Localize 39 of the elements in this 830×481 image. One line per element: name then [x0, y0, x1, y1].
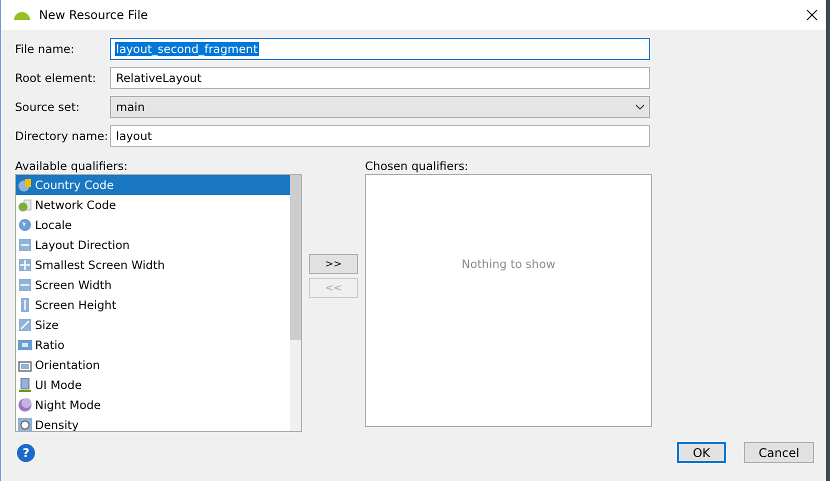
- field-label: File name:: [15, 42, 76, 56]
- globe-icon: [18, 218, 32, 232]
- field-label: Root element:: [15, 71, 98, 85]
- moon-icon: [18, 398, 32, 412]
- text-field[interactable]: RelativeLayout: [110, 67, 650, 89]
- scrollbar-thumb[interactable]: [290, 175, 301, 340]
- help-icon[interactable]: ?: [17, 444, 35, 462]
- chevron-down-icon: [635, 104, 645, 110]
- qualifier-item[interactable]: Orientation: [16, 355, 290, 375]
- qualifier-item[interactable]: UI Mode: [16, 375, 290, 395]
- qualifier-item[interactable]: Country Code: [16, 175, 290, 195]
- text-field[interactable]: layout_second_fragment: [110, 38, 650, 60]
- field-label: Source set:: [15, 100, 81, 114]
- scrollbar-track[interactable]: [290, 175, 301, 431]
- qualifier-item[interactable]: Locale: [16, 215, 290, 235]
- ratio-icon: [18, 338, 32, 352]
- ok-button[interactable]: OK: [677, 442, 726, 463]
- window-title: New Resource File: [39, 8, 149, 22]
- qualifier-item[interactable]: Ratio: [16, 335, 290, 355]
- sim-card-icon: [18, 178, 32, 192]
- device-icon: [18, 378, 32, 392]
- field-label: Directory name:: [15, 129, 110, 143]
- qualifier-item[interactable]: Screen Height: [16, 295, 290, 315]
- add-button[interactable]: >>: [309, 254, 358, 274]
- antenna-icon: [18, 198, 32, 212]
- empty-message: Nothing to show: [462, 257, 556, 272]
- android-icon: [12, 9, 32, 21]
- qualifier-item[interactable]: Smallest Screen Width: [16, 255, 290, 275]
- qualifier-item[interactable]: Screen Width: [16, 275, 290, 295]
- source-set-dropdown[interactable]: main: [110, 96, 650, 118]
- qualifier-item[interactable]: Night Mode: [16, 395, 290, 415]
- section-label: Available qualifiers:: [15, 159, 129, 174]
- qualifier-item[interactable]: Network Code: [16, 195, 290, 215]
- cancel-button[interactable]: Cancel: [744, 442, 814, 463]
- section-label: Chosen qualifiers:: [365, 159, 470, 174]
- qualifier-item[interactable]: Size: [16, 315, 290, 335]
- qualifier-item[interactable]: Layout Direction: [16, 235, 290, 255]
- text-field[interactable]: layout: [110, 125, 650, 147]
- close-icon[interactable]: [806, 9, 818, 21]
